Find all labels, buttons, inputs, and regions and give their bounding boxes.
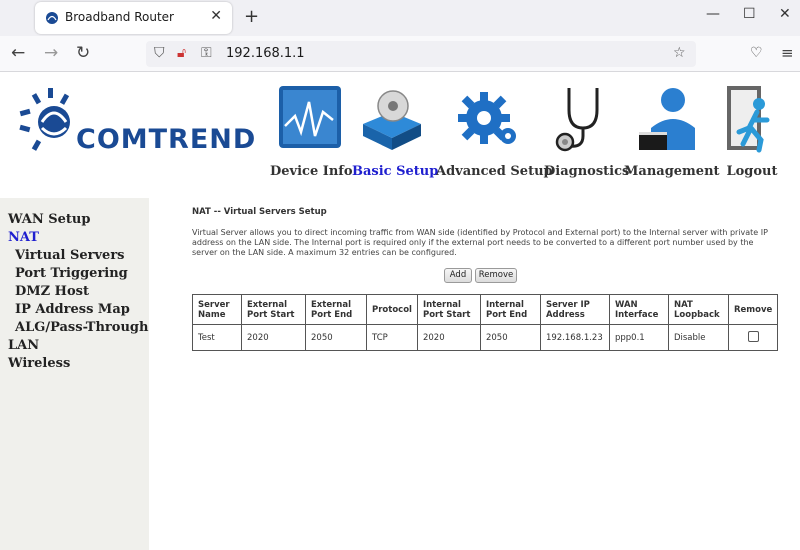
nav-alg-pass-through[interactable]: ALG/Pass-Through: [15, 320, 148, 335]
cell-server-name: Test: [192, 324, 242, 351]
page-title: NAT -- Virtual Servers Setup: [192, 207, 327, 217]
column-header: Server IP Address: [539, 294, 610, 325]
nav-nat[interactable]: NAT: [8, 230, 39, 245]
nav-lan[interactable]: LAN: [8, 338, 39, 353]
cell-protocol: TCP: [366, 324, 418, 351]
nav-virtual-servers[interactable]: Virtual Servers: [15, 248, 125, 263]
key-icon[interactable]: ⚿: [201, 45, 212, 61]
advanced-setup-gear-icon: [458, 92, 516, 144]
logout-exit-icon: [727, 86, 770, 153]
menu-label: Advanced Setup: [436, 164, 553, 179]
maximize-icon[interactable]: ☐: [743, 6, 756, 22]
back-arrow-icon[interactable]: ←: [11, 43, 25, 63]
insecure-lock-icon[interactable]: 🔓︎: [177, 45, 186, 61]
bookmark-star-icon[interactable]: ☆: [673, 45, 686, 61]
router-header: COMTREND Device Info Basic Setup Advance…: [0, 72, 800, 198]
nav-wireless[interactable]: Wireless: [8, 356, 70, 371]
cell-server-ip: 192.168.1.23: [539, 324, 610, 351]
new-tab-plus-icon[interactable]: +: [244, 6, 259, 27]
column-header: WAN Interface: [608, 294, 669, 325]
tab-close-icon[interactable]: ✕: [210, 8, 222, 24]
page-description: Virtual Server allows you to direct inco…: [192, 228, 768, 257]
column-header: External Port Start: [241, 294, 306, 325]
column-header: Internal Port End: [479, 294, 541, 325]
nav-wan-setup[interactable]: WAN Setup: [8, 212, 90, 227]
menu-label: Logout: [726, 164, 778, 179]
browser-tab[interactable]: Broadband Router ✕: [35, 2, 232, 34]
menu-label: Management: [624, 164, 720, 179]
column-header: Server Name: [192, 294, 242, 325]
cell-external-port-start: 2020: [241, 324, 306, 351]
device-info-chart-icon: [279, 86, 341, 148]
menu-logout[interactable]: Logout: [714, 84, 790, 179]
router-favicon-icon: [46, 12, 58, 24]
menu-advanced-setup[interactable]: Advanced Setup: [436, 84, 553, 179]
remove-button[interactable]: Remove: [475, 268, 517, 283]
virtual-servers-table: Server Name External Port Start External…: [192, 294, 779, 351]
minimize-icon[interactable]: —: [706, 6, 720, 22]
column-header: Remove: [727, 294, 779, 325]
menu-label: Diagnostics: [544, 164, 630, 179]
cell-nat-loopback: Disable: [667, 324, 729, 351]
cell-remove: [727, 324, 779, 351]
cell-wan-interface: ppp0.1: [608, 324, 669, 351]
menu-management[interactable]: Management: [624, 84, 720, 179]
menu-label: Basic Setup: [352, 164, 439, 179]
add-button[interactable]: Add: [444, 268, 472, 283]
table-row: Test 2020 2050 TCP 2020 2050 192.168.1.2…: [192, 324, 779, 351]
column-header: External Port End: [305, 294, 367, 325]
nav-ip-address-map[interactable]: IP Address Map: [15, 302, 130, 317]
main-content: NAT -- Virtual Servers Setup Virtual Ser…: [149, 198, 800, 550]
table-header-row: Server Name External Port Start External…: [192, 294, 779, 325]
menu-hamburger-icon[interactable]: ≡: [781, 44, 794, 62]
menu-device-info[interactable]: Device Info: [270, 84, 353, 179]
basic-setup-disc-icon: [363, 90, 421, 150]
nav-port-triggering[interactable]: Port Triggering: [15, 266, 128, 281]
left-navigation: WAN Setup NAT Virtual Servers Port Trigg…: [0, 198, 149, 550]
management-person-icon: [639, 88, 695, 150]
column-header: Protocol: [366, 294, 418, 325]
cell-internal-port-end: 2050: [479, 324, 541, 351]
column-header: Internal Port Start: [416, 294, 481, 325]
column-header: NAT Loopback: [667, 294, 729, 325]
forward-arrow-icon[interactable]: →: [44, 43, 58, 63]
browser-nav-bar: ← → ↻ ⛉ 🔓︎ ⚿ 192.168.1.1 ☆ ♡ ≡: [0, 36, 800, 72]
reload-icon[interactable]: ↻: [76, 43, 90, 63]
window-close-icon[interactable]: ✕: [779, 6, 791, 22]
cell-internal-port-start: 2020: [416, 324, 481, 351]
remove-checkbox[interactable]: [747, 330, 759, 342]
shield-icon[interactable]: ⛉: [154, 45, 165, 61]
stethoscope-icon: [555, 88, 599, 152]
menu-label: Device Info: [270, 164, 353, 179]
cell-external-port-end: 2050: [305, 324, 367, 351]
comtrend-logo-icon: [19, 88, 70, 151]
menu-diagnostics[interactable]: Diagnostics: [544, 84, 630, 179]
menu-basic-setup[interactable]: Basic Setup: [352, 84, 439, 179]
brand-name: COMTREND: [76, 124, 257, 155]
tab-title: Broadband Router: [65, 10, 174, 24]
browser-tab-bar: Broadband Router ✕ + — ☐ ✕: [0, 0, 800, 36]
url-text[interactable]: 192.168.1.1: [226, 46, 305, 61]
pocket-icon[interactable]: ♡: [750, 45, 763, 61]
nav-dmz-host[interactable]: DMZ Host: [15, 284, 89, 299]
url-bar[interactable]: ⛉ 🔓︎ ⚿ 192.168.1.1 ☆: [146, 41, 696, 67]
